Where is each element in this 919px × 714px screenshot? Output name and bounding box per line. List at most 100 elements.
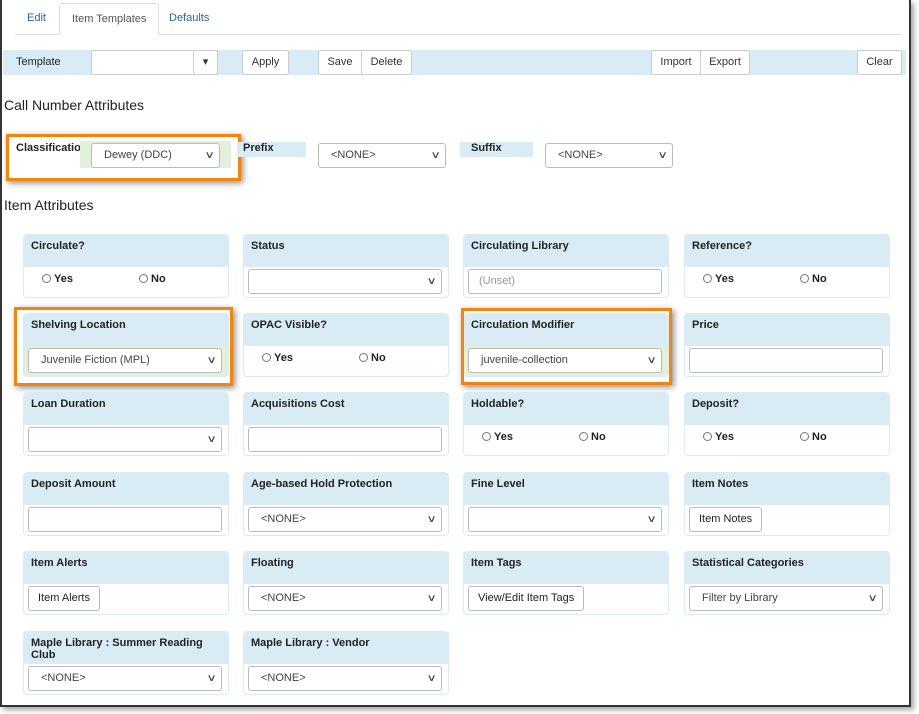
item-tags-button[interactable]: View/Edit Item Tags <box>468 586 585 611</box>
status-select[interactable]: ∨ <box>248 269 442 294</box>
floating-select[interactable]: <NONE> ∨ <box>248 586 442 611</box>
card-label: Item Notes <box>685 473 889 505</box>
card-label: Floating <box>244 552 448 584</box>
card-deposit-amount: Deposit Amount <box>23 472 229 536</box>
card-label: Fine Level <box>464 473 668 505</box>
template-dropdown-button[interactable]: ▾ <box>193 50 218 75</box>
card-circulate: Circulate? Yes No <box>23 234 229 298</box>
loan-duration-select[interactable]: ∨ <box>28 427 222 452</box>
circulating-library-input[interactable]: (Unset) <box>468 269 662 294</box>
card-fine-level: Fine Level ∨ <box>463 472 669 536</box>
radio-yes[interactable]: Yes <box>482 431 513 443</box>
card-label: Reference? <box>685 235 889 267</box>
suffix-select[interactable]: <NONE> ∨ <box>545 143 673 168</box>
card-label: Circulate? <box>24 235 228 267</box>
card-opac-visible: OPAC Visible? Yes No <box>243 313 449 377</box>
call-number-title: Call Number Attributes <box>4 97 145 113</box>
chevron-down-icon: ∨ <box>426 276 437 287</box>
card-status: Status ∨ <box>243 234 449 298</box>
card-item-notes: Item Notes Item Notes <box>684 472 890 536</box>
radio-circle-icon <box>703 432 712 441</box>
delete-button[interactable]: Delete <box>361 50 412 75</box>
selected-value: Filter by Library <box>702 592 778 604</box>
item-alerts-button[interactable]: Item Alerts <box>28 586 100 611</box>
radio-label: Yes <box>274 352 293 364</box>
selected-value: <NONE> <box>261 513 306 525</box>
card-maple-library-summer-reading-club: Maple Library : Summer Reading Club <NONE… <box>23 631 229 695</box>
card-label: Status <box>244 235 448 267</box>
highlight-box <box>461 308 672 385</box>
highlight-box <box>6 134 241 181</box>
chevron-down-icon: ∨ <box>430 150 441 161</box>
card-item-tags: Item Tags View/Edit Item Tags <box>463 551 669 615</box>
radio-no[interactable]: No <box>359 352 386 364</box>
chevron-down-icon: ∨ <box>426 593 437 604</box>
card-maple-library-vendor: Maple Library : Vendor <NONE> ∨ <box>243 631 449 695</box>
radio-yes[interactable]: Yes <box>42 273 73 285</box>
card-label: Loan Duration <box>24 393 228 425</box>
radio-circle-icon <box>359 353 368 362</box>
card-label: Deposit Amount <box>24 473 228 505</box>
fine-level-select[interactable]: ∨ <box>468 507 662 532</box>
chevron-down-icon: ∨ <box>206 673 217 684</box>
item-notes-button[interactable]: Item Notes <box>689 507 763 532</box>
card-floating: Floating <NONE> ∨ <box>243 551 449 615</box>
prefix-select[interactable]: <NONE> ∨ <box>318 143 446 168</box>
radio-yes[interactable]: Yes <box>262 352 293 364</box>
card-label: Acquisitions Cost <box>244 393 448 425</box>
tab-bar: Edit Item Templates Defaults <box>15 3 902 35</box>
deposit-amount-input[interactable] <box>28 507 222 532</box>
radio-label: Yes <box>494 431 513 443</box>
age-based-hold-protection-select[interactable]: <NONE> ∨ <box>248 507 442 532</box>
radio-no[interactable]: No <box>579 431 606 443</box>
maple-library-summer-reading-club-select[interactable]: <NONE> ∨ <box>28 666 222 691</box>
card-label: Statistical Categories <box>685 552 889 584</box>
apply-button[interactable]: Apply <box>242 50 289 75</box>
radio-yes[interactable]: Yes <box>703 273 734 285</box>
suffix-label: Suffix <box>460 142 533 157</box>
card-label: Maple Library : Vendor <box>244 632 448 664</box>
tab-edit[interactable]: Edit <box>15 3 58 35</box>
caret-down-icon: ▾ <box>202 56 209 68</box>
radio-no[interactable]: No <box>139 273 166 285</box>
card-label: Price <box>685 314 889 346</box>
radio-circle-icon <box>482 432 491 441</box>
radio-yes[interactable]: Yes <box>703 431 734 443</box>
save-button[interactable]: Save <box>318 50 362 75</box>
card-statistical-categories: Statistical Categories Filter by Library ∨ <box>684 551 890 615</box>
import-button[interactable]: Import <box>651 50 701 75</box>
clear-button[interactable]: Clear <box>857 50 902 75</box>
export-button[interactable]: Export <box>700 50 750 75</box>
radio-no[interactable]: No <box>800 431 827 443</box>
price-input[interactable] <box>689 348 883 373</box>
card-age-based-hold-protection: Age-based Hold Protection <NONE> ∨ <box>243 472 449 536</box>
card-circulating-library: Circulating Library (Unset) <box>463 234 669 298</box>
chevron-down-icon: ∨ <box>867 593 878 604</box>
chevron-down-icon: ∨ <box>206 434 217 445</box>
statistical-categories-select[interactable]: Filter by Library ∨ <box>689 586 883 611</box>
card-loan-duration: Loan Duration ∨ <box>23 392 229 456</box>
card-item-alerts: Item Alerts Item Alerts <box>23 551 229 615</box>
tab-item-templates[interactable]: Item Templates <box>59 3 160 35</box>
card-holdable: Holdable? Yes No <box>463 392 669 456</box>
radio-no[interactable]: No <box>800 273 827 285</box>
card-label: Holdable? <box>464 393 668 425</box>
radio-circle-icon <box>42 274 51 283</box>
prefix-value: <NONE> <box>331 149 376 161</box>
chevron-down-icon: ∨ <box>426 673 437 684</box>
card-label: Circulating Library <box>464 235 668 267</box>
radio-label: No <box>371 352 386 364</box>
card-deposit: Deposit? Yes No <box>684 392 890 456</box>
card-acquisitions-cost: Acquisitions Cost <box>243 392 449 456</box>
tab-defaults[interactable]: Defaults <box>157 3 221 35</box>
prefix-label: Prefix <box>237 142 306 157</box>
card-label: OPAC Visible? <box>244 314 448 346</box>
acquisitions-cost-input[interactable] <box>248 427 442 452</box>
maple-library-vendor-select[interactable]: <NONE> ∨ <box>248 666 442 691</box>
chevron-down-icon: ∨ <box>646 514 657 525</box>
card-label: Item Tags <box>464 552 668 584</box>
radio-label: No <box>812 431 827 443</box>
item-attributes-title: Item Attributes <box>4 197 94 213</box>
radio-circle-icon <box>703 274 712 283</box>
card-reference: Reference? Yes No <box>684 234 890 298</box>
